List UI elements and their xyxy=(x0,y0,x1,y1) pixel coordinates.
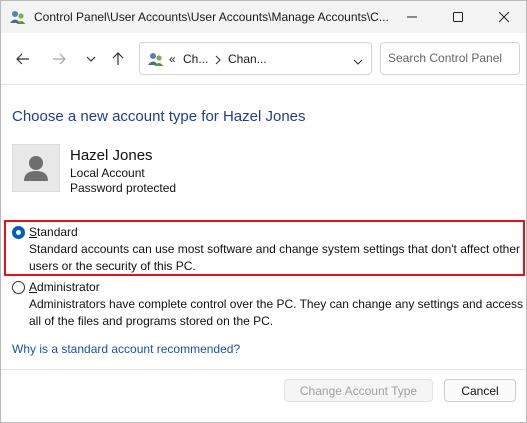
standard-accesskey: S xyxy=(29,225,38,239)
breadcrumb-overflow[interactable]: « xyxy=(169,52,176,66)
maximize-button[interactable] xyxy=(435,1,481,33)
control-panel-window: Control Panel\User Accounts\User Account… xyxy=(0,0,527,423)
title-bar: Control Panel\User Accounts\User Account… xyxy=(1,1,526,33)
search-box[interactable] xyxy=(380,42,520,75)
change-account-type-button[interactable]: Change Account Type xyxy=(284,379,433,402)
address-bar[interactable]: « Ch... Chan... xyxy=(139,42,372,75)
user-avatar-icon xyxy=(12,144,60,192)
breadcrumb-item-2[interactable]: Chan... xyxy=(228,52,267,66)
administrator-description: Administrators have complete control ove… xyxy=(29,297,524,328)
administrator-label[interactable]: Administrator xyxy=(29,280,100,294)
up-button[interactable] xyxy=(108,49,128,69)
breadcrumb-item-1[interactable]: Ch... xyxy=(183,52,208,66)
user-name: Hazel Jones xyxy=(70,147,153,164)
navigation-bar: « Ch... Chan... xyxy=(1,33,526,85)
standard-description: Standard accounts can use most software … xyxy=(29,242,521,273)
chevron-down-icon[interactable] xyxy=(353,54,363,68)
standard-label[interactable]: Standard xyxy=(29,225,78,239)
administrator-accesskey: A xyxy=(29,280,38,294)
minimize-button[interactable] xyxy=(389,1,435,33)
search-input[interactable] xyxy=(388,51,513,65)
page-title: Choose a new account type for Hazel Jone… xyxy=(12,108,306,125)
account-kind: Local Account xyxy=(70,166,145,180)
user-accounts-icon xyxy=(10,10,26,25)
administrator-radio[interactable] xyxy=(12,281,25,294)
user-accounts-icon xyxy=(148,52,164,67)
forward-button[interactable] xyxy=(49,49,69,69)
password-status: Password protected xyxy=(70,181,177,195)
standard-account-help-link[interactable]: Why is a standard account recommended? xyxy=(12,342,240,356)
close-button[interactable] xyxy=(481,1,526,33)
footer-divider xyxy=(1,369,526,370)
back-button[interactable] xyxy=(13,49,33,69)
breadcrumb-separator-icon xyxy=(215,52,221,68)
window-title: Control Panel\User Accounts\User Account… xyxy=(34,10,389,24)
administrator-label-text: dministrator xyxy=(37,280,100,294)
cancel-button[interactable]: Cancel xyxy=(444,379,516,402)
recent-locations-button[interactable] xyxy=(81,49,101,69)
standard-label-text: tandard xyxy=(37,225,78,239)
standard-radio[interactable] xyxy=(12,226,25,239)
